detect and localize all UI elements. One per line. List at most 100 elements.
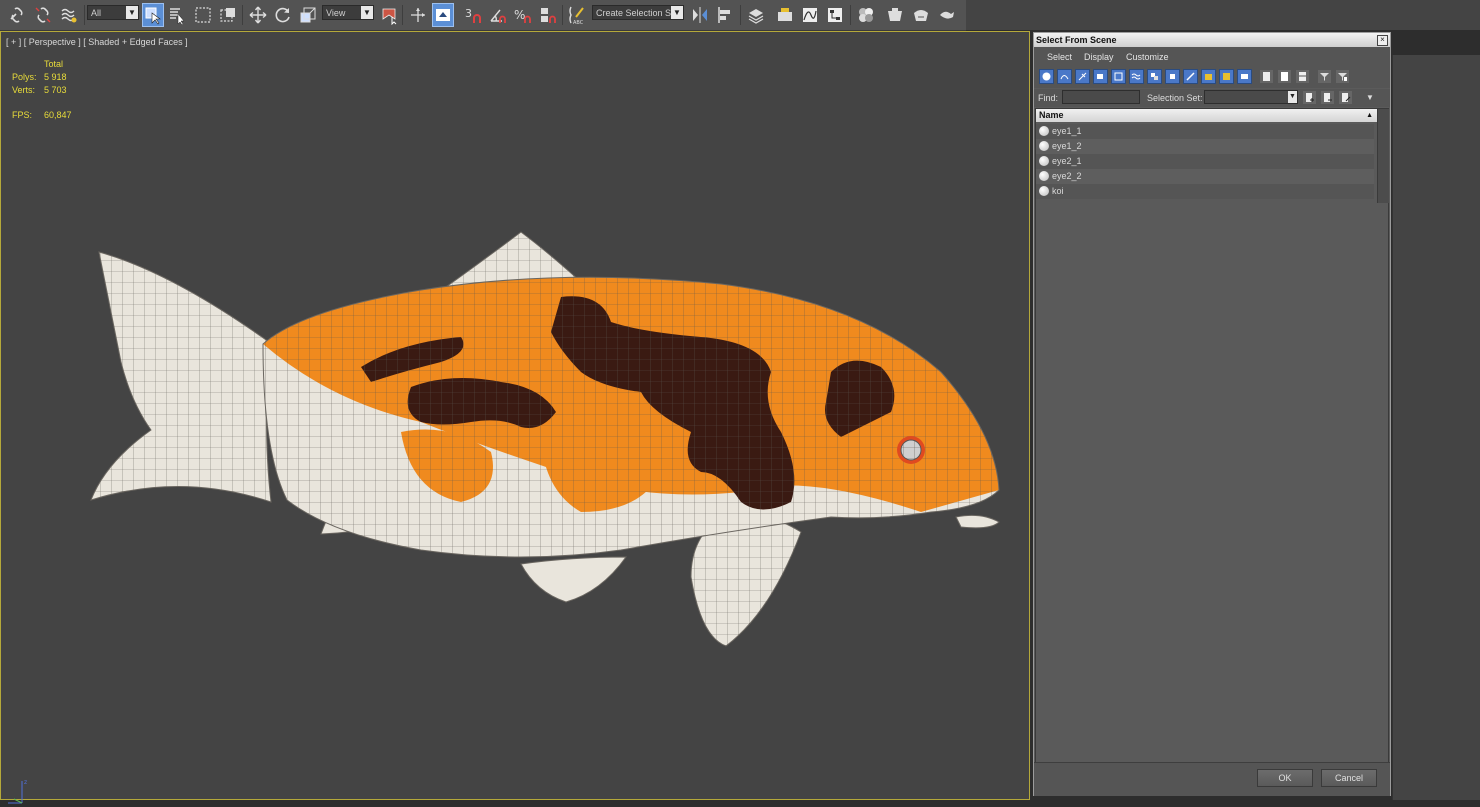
find-row: Find: Selection Set: ▼ ▼ — [1034, 89, 1390, 107]
sync-selection-icon[interactable] — [1335, 69, 1350, 84]
align-icon[interactable] — [714, 3, 736, 27]
selection-set-label: Selection Set: — [1147, 93, 1203, 103]
display-cameras-icon[interactable] — [1093, 69, 1108, 84]
list-item-label: eye2_1 — [1052, 156, 1082, 166]
pivot-point-icon[interactable] — [407, 3, 429, 27]
curve-editor-icon[interactable] — [799, 3, 821, 27]
display-helpers-icon[interactable] — [1111, 69, 1126, 84]
koi-fish-model[interactable] — [1, 172, 1031, 792]
percent-snap-icon[interactable]: % — [512, 3, 534, 27]
list-item[interactable]: eye2_2 — [1036, 169, 1374, 184]
display-hidden-icon[interactable] — [1237, 69, 1252, 84]
reference-coordinate-dropdown[interactable]: View ▼ — [322, 5, 374, 20]
stats-polys-value: 5 918 — [44, 72, 67, 82]
spinner-snap-icon[interactable] — [537, 3, 559, 27]
axis-tripod-icon: z — [8, 779, 27, 804]
object-icon — [1039, 186, 1049, 196]
scene-object-list: Name ▲ eye1_1 eye1_2 eye2_1 eye2_2 koi — [1035, 108, 1389, 764]
svg-text:z: z — [24, 779, 27, 786]
svg-text:ABC: ABC — [573, 20, 584, 25]
link-icon[interactable] — [6, 3, 28, 27]
viewport-label[interactable]: [ + ] [ Perspective ] [ Shaded + Edged F… — [6, 37, 188, 47]
angle-snap-icon[interactable] — [487, 3, 509, 27]
chevron-down-icon: ▼ — [1288, 91, 1297, 103]
object-icon — [1039, 156, 1049, 166]
snaps-toggle-icon[interactable]: 3 — [462, 3, 484, 27]
graphite-modeling-icon[interactable] — [774, 3, 796, 27]
display-groups-icon[interactable] — [1147, 69, 1162, 84]
ok-button[interactable]: OK — [1257, 769, 1313, 787]
edit-selection-set-icon[interactable] — [1338, 90, 1353, 105]
scale-icon[interactable] — [297, 3, 319, 27]
chevron-down-icon: ▼ — [361, 6, 373, 19]
select-by-name-icon[interactable] — [166, 3, 188, 27]
menu-customize[interactable]: Customize — [1126, 52, 1169, 62]
display-lights-icon[interactable] — [1075, 69, 1090, 84]
mirror-icon[interactable] — [689, 3, 711, 27]
menu-display[interactable]: Display — [1084, 52, 1114, 62]
schematic-view-icon[interactable] — [824, 3, 846, 27]
display-shapes-icon[interactable] — [1057, 69, 1072, 84]
command-panel-background — [1392, 55, 1480, 800]
select-object-icon[interactable] — [142, 3, 164, 27]
chevron-down-icon: ▼ — [671, 6, 683, 19]
move-icon[interactable] — [247, 3, 269, 27]
bind-space-warp-icon[interactable] — [58, 3, 80, 27]
unlink-icon[interactable] — [32, 3, 54, 27]
find-label: Find: — [1038, 93, 1059, 103]
list-scrollbar[interactable] — [1377, 109, 1389, 203]
select-invert-icon[interactable] — [1295, 69, 1310, 84]
main-toolbar: All ▼ View ▼ 3 % ABC Create Selection Se ▼ — [0, 0, 966, 31]
rotate-icon[interactable] — [272, 3, 294, 27]
keyboard-shortcut-override-icon[interactable] — [432, 3, 454, 27]
dialog-toolbar — [1034, 66, 1390, 88]
stats-fps-label: FPS: — [12, 110, 33, 120]
perspective-viewport[interactable]: [ + ] [ Perspective ] [ Shaded + Edged F… — [0, 31, 1031, 804]
reference-coordinate-value: View — [326, 8, 346, 18]
pelvic-fin — [520, 556, 627, 603]
stats-verts-value: 5 703 — [44, 85, 67, 95]
material-editor-icon[interactable] — [855, 3, 877, 27]
list-item[interactable]: eye1_2 — [1036, 139, 1374, 154]
column-header-label: Name — [1039, 110, 1064, 120]
edit-named-selection-icon[interactable]: ABC — [566, 3, 588, 27]
stats-total-label: Total — [44, 59, 64, 69]
list-item[interactable]: koi — [1036, 184, 1374, 199]
display-space-warps-icon[interactable] — [1129, 69, 1144, 84]
stats-verts-label: Verts: — [12, 85, 36, 95]
list-item[interactable]: eye2_1 — [1036, 154, 1374, 169]
stats-fps-value: 60,847 — [44, 110, 72, 120]
named-selection-set-dropdown[interactable]: Create Selection Se ▼ — [592, 5, 684, 20]
list-item-label: eye2_2 — [1052, 171, 1082, 181]
layer-manager-icon[interactable] — [745, 3, 767, 27]
display-bones-icon[interactable] — [1183, 69, 1198, 84]
selection-set-dropdown[interactable]: ▼ — [1204, 90, 1298, 104]
close-icon[interactable]: × — [1377, 35, 1388, 46]
rendered-frame-window-icon[interactable] — [910, 3, 932, 27]
delete-selection-set-icon[interactable] — [1320, 90, 1335, 105]
sort-arrow-icon: ▲ — [1366, 112, 1373, 119]
name-column-header[interactable]: Name ▲ — [1036, 109, 1377, 122]
filter-icon[interactable] — [1317, 69, 1332, 84]
window-crossing-icon[interactable] — [217, 3, 239, 27]
create-selection-set-icon[interactable] — [1302, 90, 1317, 105]
display-xrefs-icon[interactable] — [1165, 69, 1180, 84]
find-input[interactable] — [1062, 90, 1140, 104]
display-containers-icon[interactable] — [1201, 69, 1216, 84]
select-all-icon[interactable] — [1259, 69, 1274, 84]
rectangular-selection-icon[interactable] — [192, 3, 214, 27]
select-manipulate-icon[interactable] — [378, 3, 400, 27]
selection-filter-dropdown[interactable]: All ▼ — [87, 5, 139, 20]
select-none-icon[interactable] — [1277, 69, 1292, 84]
select-from-scene-dialog: Select From Scene × Select Display Custo… — [1033, 32, 1391, 796]
object-icon — [1039, 171, 1049, 181]
menu-select[interactable]: Select — [1047, 52, 1072, 62]
options-chevron-icon[interactable]: ▼ — [1366, 93, 1374, 102]
display-geometry-icon[interactable] — [1039, 69, 1054, 84]
display-frozen-icon[interactable] — [1219, 69, 1234, 84]
list-item[interactable]: eye1_1 — [1036, 124, 1374, 139]
cancel-button[interactable]: Cancel — [1321, 769, 1377, 787]
render-production-icon[interactable] — [936, 3, 958, 27]
dialog-title[interactable]: Select From Scene — [1034, 33, 1390, 47]
render-setup-icon[interactable] — [884, 3, 906, 27]
